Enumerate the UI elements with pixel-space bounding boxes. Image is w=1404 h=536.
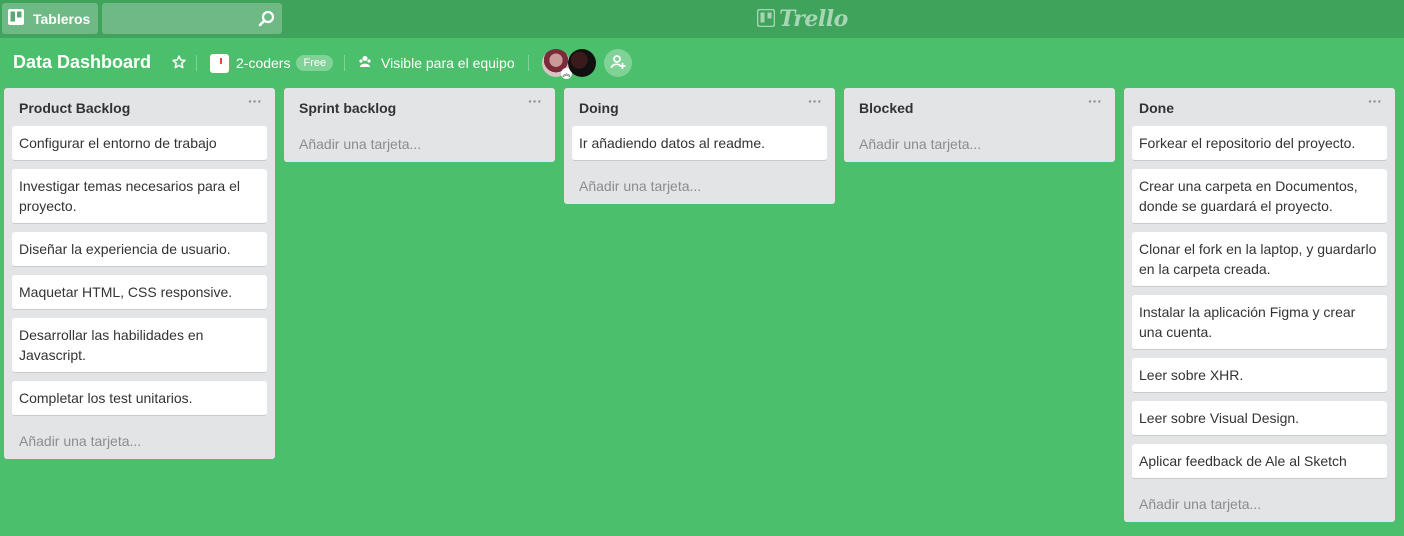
visibility-label: Visible para el equipo: [381, 55, 515, 71]
team-button[interactable]: 2-coders Free: [210, 52, 334, 74]
list-title[interactable]: Sprint backlog: [299, 100, 396, 116]
card[interactable]: Clonar el fork en la laptop, y guardarlo…: [1132, 232, 1387, 287]
boards-button[interactable]: Tableros: [2, 3, 98, 34]
search-icon[interactable]: [258, 10, 275, 30]
list-menu-icon[interactable]: ···: [1085, 94, 1105, 112]
card[interactable]: Ir añadiendo datos al readme.: [572, 126, 827, 161]
list-header: Blocked ···: [852, 88, 1107, 126]
header-divider: [344, 55, 345, 71]
team-icon: [210, 53, 229, 73]
boards-icon: [8, 9, 24, 28]
list-header: Doing ···: [572, 88, 827, 126]
list-doing: Doing ··· Ir añadiendo datos al readme. …: [564, 88, 835, 204]
member-avatar[interactable]: [568, 49, 596, 77]
list-product-backlog: Product Backlog ··· Configurar el entorn…: [4, 88, 275, 459]
list-blocked: Blocked ··· Añadir una tarjeta...: [844, 88, 1115, 162]
list-header: Sprint backlog ···: [292, 88, 547, 126]
list-title[interactable]: Doing: [579, 100, 619, 116]
list-menu-icon[interactable]: ···: [1365, 94, 1385, 112]
card[interactable]: Instalar la aplicación Figma y crear una…: [1132, 295, 1387, 350]
card[interactable]: Investigar temas necesarios para el proy…: [12, 169, 267, 224]
card[interactable]: Leer sobre XHR.: [1132, 358, 1387, 393]
add-card-button[interactable]: Añadir una tarjeta...: [292, 126, 547, 162]
card[interactable]: Diseñar la experiencia de usuario.: [12, 232, 267, 267]
trello-logo[interactable]: Trello: [756, 6, 848, 32]
add-card-button[interactable]: Añadir una tarjeta...: [852, 126, 1107, 162]
card[interactable]: Aplicar feedback de Ale al Sketch: [1132, 444, 1387, 479]
board-title[interactable]: Data Dashboard: [13, 52, 151, 73]
board-header: Data Dashboard 2-coders Free Visible par…: [0, 38, 1404, 86]
top-bar: Tableros Trello: [0, 0, 1404, 38]
add-card-button[interactable]: Añadir una tarjeta...: [1132, 487, 1387, 522]
card[interactable]: Maquetar HTML, CSS responsive.: [12, 275, 267, 310]
card[interactable]: Forkear el repositorio del proyecto.: [1132, 126, 1387, 161]
search-input[interactable]: [102, 3, 252, 34]
list-menu-icon[interactable]: ···: [805, 94, 825, 112]
trello-logo-icon: [756, 8, 776, 30]
card[interactable]: Leer sobre Visual Design.: [1132, 401, 1387, 436]
star-icon[interactable]: [172, 55, 186, 72]
card[interactable]: Desarrollar las habilidades en Javascrip…: [12, 318, 267, 373]
plan-badge: Free: [296, 55, 334, 71]
trello-logo-text: Trello: [779, 6, 848, 32]
boards-label: Tableros: [33, 10, 91, 27]
header-divider: [528, 55, 529, 71]
card[interactable]: Completar los test unitarios.: [12, 381, 267, 416]
team-visibility-icon: [358, 55, 372, 71]
list-done: Done ··· Forkear el repositorio del proy…: [1124, 88, 1395, 522]
list-title[interactable]: Product Backlog: [19, 100, 130, 116]
list-header: Done ···: [1132, 88, 1387, 126]
list-sprint-backlog: Sprint backlog ··· Añadir una tarjeta...: [284, 88, 555, 162]
visibility-button[interactable]: Visible para el equipo: [358, 52, 515, 74]
list-menu-icon[interactable]: ···: [525, 94, 545, 112]
add-card-button[interactable]: Añadir una tarjeta...: [12, 424, 267, 459]
search-box[interactable]: [102, 3, 282, 34]
card[interactable]: Crear una carpeta en Documentos, donde s…: [1132, 169, 1387, 224]
add-card-button[interactable]: Añadir una tarjeta...: [572, 169, 827, 204]
header-divider: [196, 55, 197, 71]
team-name: 2-coders: [236, 55, 291, 71]
list-title[interactable]: Blocked: [859, 100, 913, 116]
member-avatar[interactable]: ︽: [542, 49, 572, 79]
list-header: Product Backlog ···: [12, 88, 267, 126]
add-member-button[interactable]: [604, 49, 632, 77]
add-member-icon: [610, 54, 626, 73]
list-title[interactable]: Done: [1139, 100, 1174, 116]
list-menu-icon[interactable]: ···: [245, 94, 265, 112]
card[interactable]: Configurar el entorno de trabajo: [12, 126, 267, 161]
